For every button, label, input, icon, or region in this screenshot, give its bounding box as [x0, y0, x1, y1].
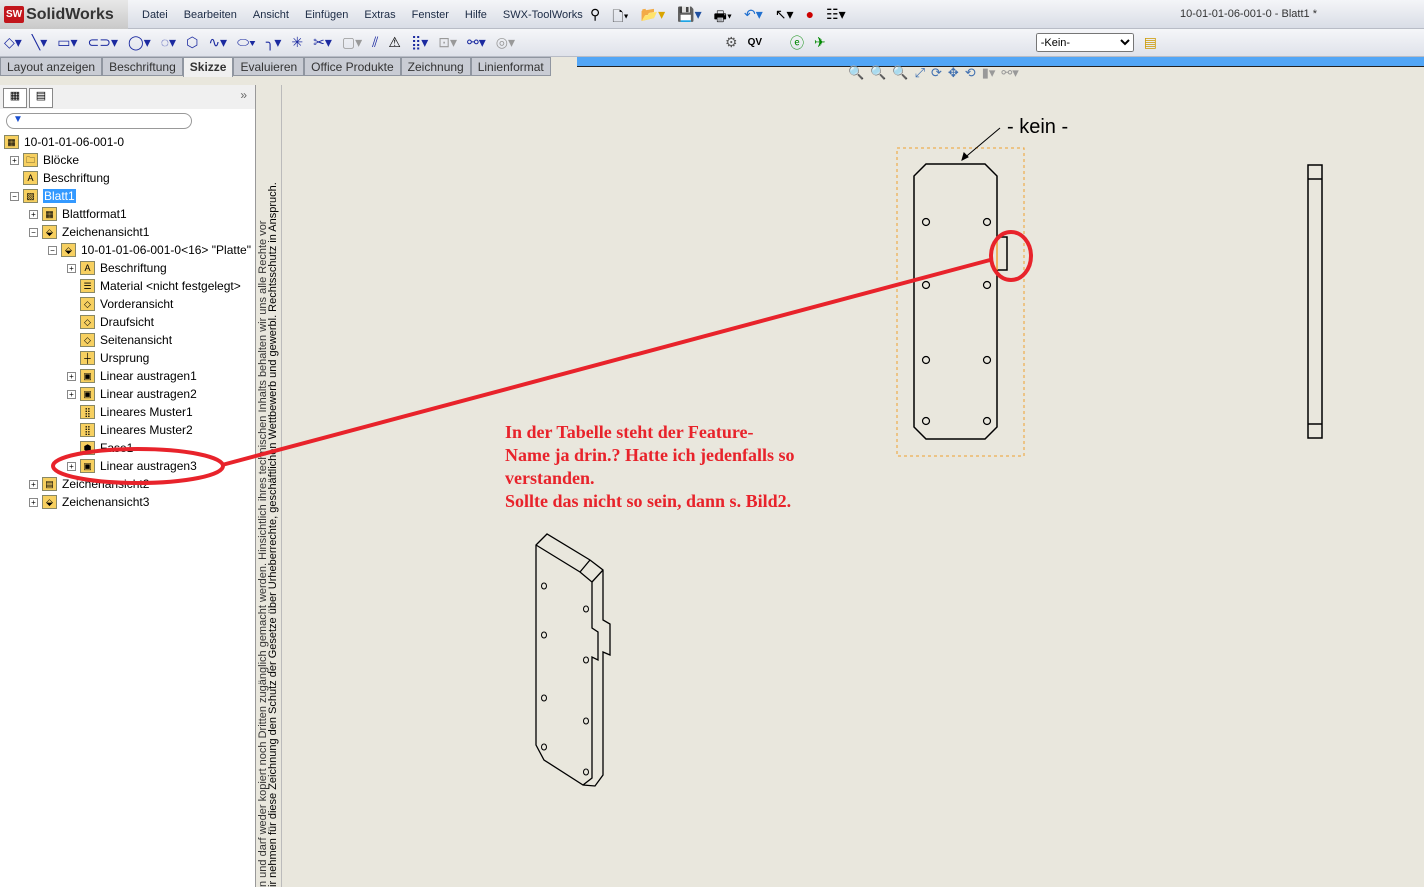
side-view — [1307, 164, 1323, 439]
plate-outline — [913, 163, 1008, 440]
top-view — [896, 127, 1025, 457]
leader-line — [961, 127, 1001, 161]
annotation-text: In der Tabelle steht der Feature- Name j… — [505, 421, 794, 513]
note-label[interactable]: - kein - — [1007, 116, 1068, 139]
highlight-tree-item — [51, 447, 225, 485]
view-selection-box — [896, 147, 1025, 457]
annotation-line: Name ja drin.? Hatte ich jedenfalls so — [505, 445, 795, 465]
annotation-line: verstanden. — [505, 468, 595, 488]
annotation-line: Sollte das nicht so sein, dann s. Bild2. — [505, 491, 792, 511]
holes — [921, 217, 992, 426]
isometric-view — [535, 533, 611, 787]
annotation-line: In der Tabelle steht der Feature- — [505, 422, 754, 442]
